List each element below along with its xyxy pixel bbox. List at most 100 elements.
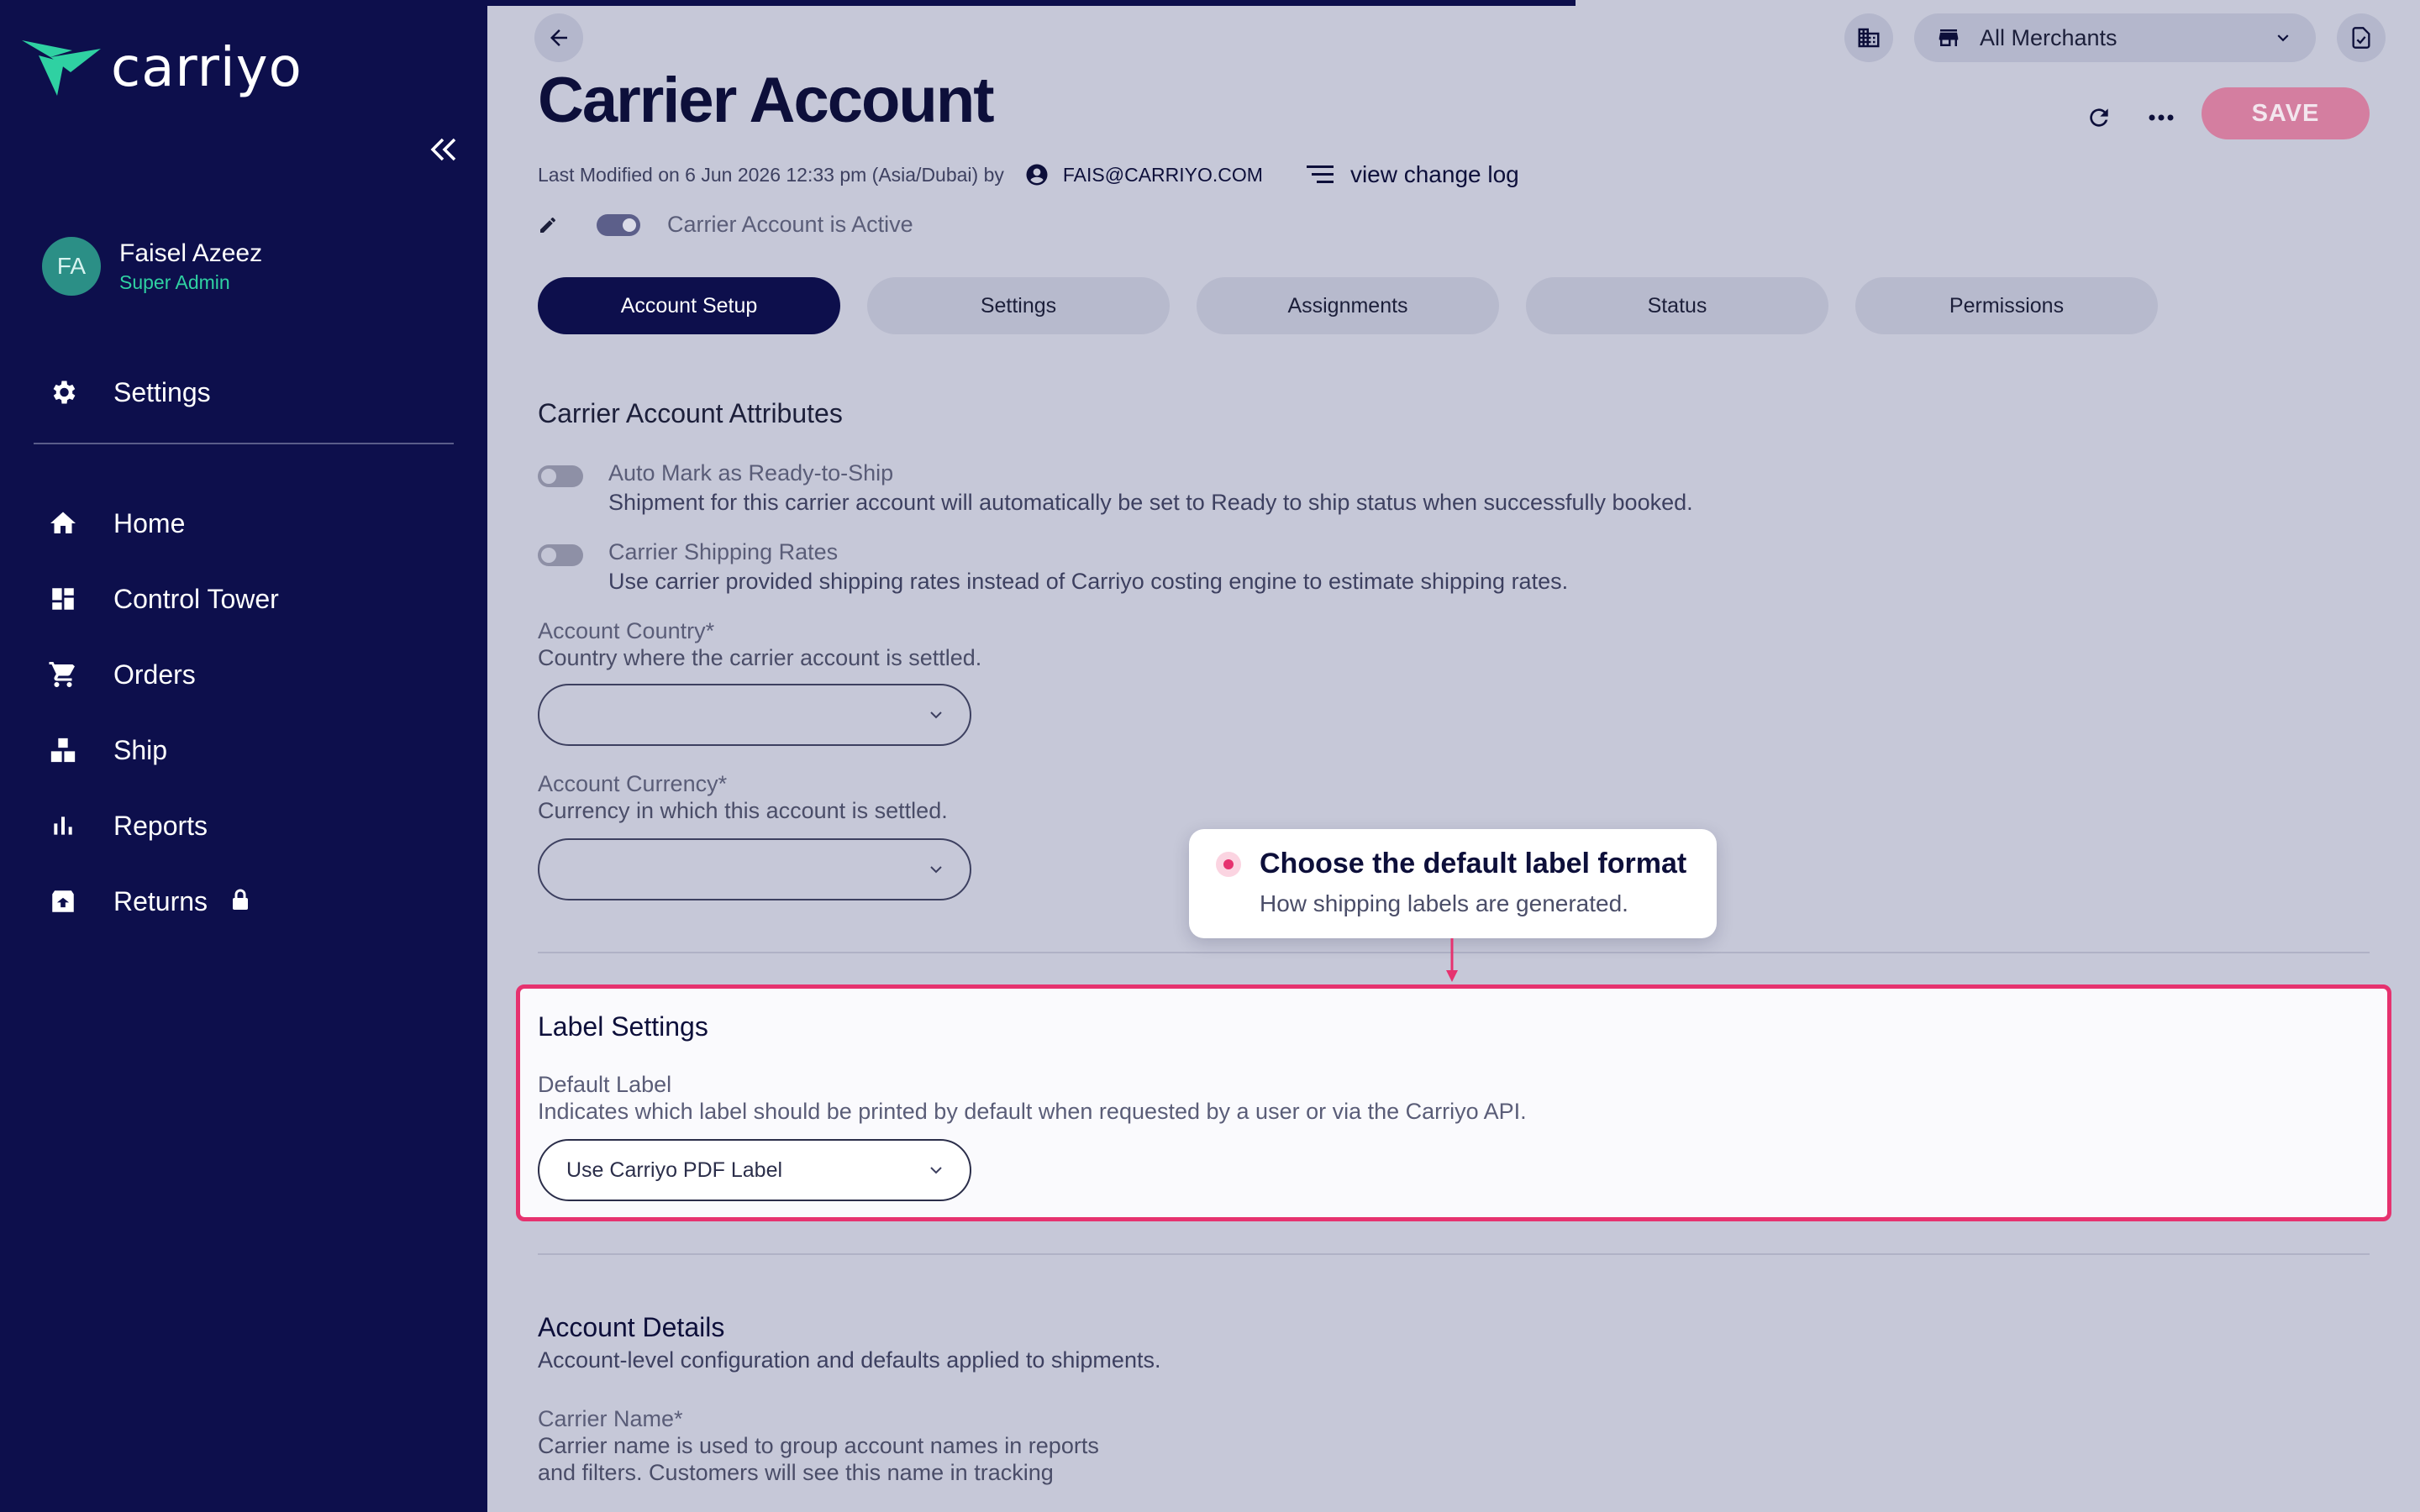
tooltip-dot-icon <box>1216 851 1241 877</box>
list-icon <box>1306 165 1334 183</box>
page-title: Carrier Account <box>538 65 995 136</box>
dashboard-icon <box>46 582 80 616</box>
refresh-button[interactable] <box>2079 97 2119 138</box>
sidebar-item-ship[interactable]: Ship <box>46 712 279 788</box>
pencil-icon[interactable] <box>538 215 558 235</box>
shipping-rates-toggle[interactable] <box>538 544 583 566</box>
tab-status[interactable]: Status <box>1526 277 1828 334</box>
tab-account-setup[interactable]: Account Setup <box>538 277 840 334</box>
active-status-row: Carrier Account is Active <box>538 212 913 238</box>
sidebar-item-orders[interactable]: Orders <box>46 637 279 712</box>
home-icon <box>46 507 80 540</box>
default-label-label: Default Label <box>538 1072 672 1097</box>
active-label: Carrier Account is Active <box>667 212 913 237</box>
organization-button[interactable] <box>1844 13 1893 62</box>
sidebar-item-reports[interactable]: Reports <box>46 788 279 864</box>
merchant-select-value: All Merchants <box>1980 24 2118 50</box>
refresh-icon <box>2090 108 2108 127</box>
document-button[interactable] <box>2337 13 2386 62</box>
back-button[interactable] <box>534 13 583 62</box>
gear-icon <box>46 375 80 409</box>
more-horizontal-icon <box>2149 114 2174 121</box>
sidebar-item-label: Ship <box>113 734 168 765</box>
carrier-name-desc-1: Carrier name is used to group account na… <box>538 1433 1099 1458</box>
bird-logo-icon <box>22 40 101 96</box>
sidebar-item-label: Returns <box>113 885 208 916</box>
tooltip-title: Choose the default label format <box>1260 848 1687 879</box>
account-details-desc: Account-level configuration and defaults… <box>538 1347 1161 1373</box>
sidebar-item-label: Reports <box>113 810 208 841</box>
last-modified-text: Last Modified on 6 Jun 2026 12:33 pm (As… <box>538 163 1004 186</box>
user-role: Super Admin <box>119 270 230 293</box>
account-country-label: Account Country* <box>538 618 715 643</box>
sidebar-item-returns[interactable]: Returns <box>46 864 279 939</box>
sidebar-divider <box>34 443 454 444</box>
user-name: Faisel Azeez <box>119 239 263 267</box>
view-change-log-link[interactable]: view change log <box>1306 161 1519 188</box>
account-currency-label: Account Currency* <box>538 771 728 796</box>
carrier-name-desc-2: and filters. Customers will see this nam… <box>538 1460 1054 1485</box>
active-toggle[interactable] <box>597 213 640 236</box>
sidebar-item-label: Control Tower <box>113 583 279 614</box>
cart-icon <box>46 658 80 691</box>
account-country-select[interactable] <box>538 684 971 746</box>
chevron-down-icon <box>930 866 942 874</box>
arrow-left-icon <box>550 29 567 46</box>
auto-mark-row: Auto Mark as Ready-to-Ship Shipment for … <box>538 460 1693 516</box>
modified-by-email[interactable]: FAIS@CARRIYO.COM <box>1063 164 1263 186</box>
return-box-icon <box>46 885 80 918</box>
tab-permissions[interactable]: Permissions <box>1855 277 2158 334</box>
user-circle-icon <box>1026 164 1048 186</box>
logo-text: carriyo <box>111 37 302 99</box>
section-divider <box>538 1253 2370 1255</box>
tooltip-arrow-icon <box>1446 938 1458 982</box>
auto-mark-toggle[interactable] <box>538 465 583 487</box>
account-currency-desc: Currency in which this account is settle… <box>538 798 948 823</box>
sidebar-item-settings[interactable]: Settings <box>46 354 211 430</box>
default-label-value: Use Carriyo PDF Label <box>566 1158 783 1182</box>
onboarding-tooltip: Choose the default label format How ship… <box>1189 829 1717 938</box>
sidebar-item-home[interactable]: Home <box>46 486 279 561</box>
default-label-select[interactable]: Use Carriyo PDF Label <box>538 1139 971 1201</box>
sidebar-nav: Home Control Tower Orders Ship Reports R… <box>46 486 279 939</box>
shipping-rates-title: Carrier Shipping Rates <box>608 539 839 564</box>
last-modified: Last Modified on 6 Jun 2026 12:33 pm (As… <box>538 161 1519 188</box>
tab-settings[interactable]: Settings <box>867 277 1170 334</box>
shipping-rates-row: Carrier Shipping Rates Use carrier provi… <box>538 539 1568 595</box>
bar-chart-icon <box>46 809 80 843</box>
more-options-button[interactable] <box>2141 97 2181 138</box>
sidebar-item-label: Orders <box>113 659 196 690</box>
shipping-rates-desc: Use carrier provided shipping rates inst… <box>608 569 1569 594</box>
chevron-down-icon <box>930 711 942 719</box>
lock-icon <box>231 889 250 915</box>
auto-mark-title: Auto Mark as Ready-to-Ship <box>608 460 894 486</box>
auto-mark-desc: Shipment for this carrier account will a… <box>608 490 1693 515</box>
sidebar: carriyo FA Faisel Azeez Super Admin Sett… <box>0 0 487 1512</box>
view-change-log-label: view change log <box>1349 161 1519 187</box>
account-currency-select[interactable] <box>538 838 971 900</box>
merchant-select[interactable]: All Merchants <box>1914 13 2316 62</box>
sidebar-item-label: Settings <box>113 376 211 407</box>
account-country-desc: Country where the carrier account is set… <box>538 645 982 670</box>
collapse-sidebar-button[interactable] <box>424 130 463 169</box>
default-label-desc: Indicates which label should be printed … <box>538 1099 1527 1124</box>
sidebar-item-control-tower[interactable]: Control Tower <box>46 561 279 637</box>
boxes-icon <box>46 733 80 767</box>
carrier-name-label: Carrier Name* <box>538 1406 683 1431</box>
account-details-title: Account Details <box>538 1312 725 1342</box>
store-icon <box>1939 29 1959 46</box>
chevron-down-icon <box>930 1167 942 1174</box>
attributes-section-title: Carrier Account Attributes <box>538 398 843 428</box>
double-chevron-left-icon <box>430 138 456 161</box>
save-button[interactable]: SAVE <box>2202 87 2370 139</box>
sidebar-item-label: Home <box>113 507 186 538</box>
label-settings-title: Label Settings <box>538 1011 708 1042</box>
tab-bar: Account Setup Settings Assignments Statu… <box>538 277 2185 334</box>
user-profile[interactable]: FA Faisel Azeez Super Admin <box>42 237 262 296</box>
chevron-down-icon <box>2277 34 2289 42</box>
tab-assignments[interactable]: Assignments <box>1197 277 1499 334</box>
carriyo-logo[interactable]: carriyo <box>22 37 302 99</box>
tooltip-subtitle: How shipping labels are generated. <box>1260 890 1628 916</box>
page-progress-bar <box>487 0 1576 6</box>
building-icon <box>1858 28 1880 48</box>
